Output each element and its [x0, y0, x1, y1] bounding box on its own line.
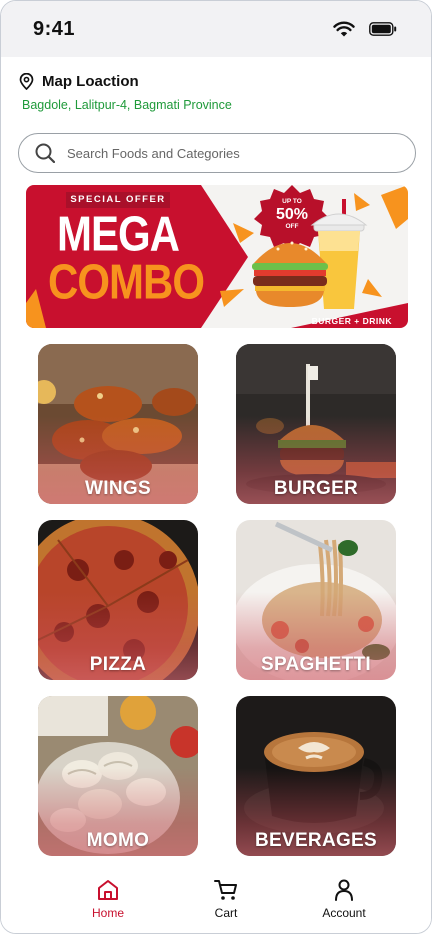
banner-caption: BURGER + DRINK: [311, 316, 392, 326]
banner-title-line1: MEGA: [57, 205, 180, 261]
nav-cart[interactable]: Cart: [181, 867, 271, 933]
wifi-icon: [333, 21, 355, 37]
category-card-momo[interactable]: MOMO: [38, 696, 198, 856]
badge-value: 50%: [275, 205, 309, 223]
banner-title-line2: COMBO: [48, 253, 205, 309]
category-card-spaghetti[interactable]: SPAGHETTI: [236, 520, 396, 680]
search-bar[interactable]: [18, 133, 416, 173]
category-label: BURGER: [273, 478, 359, 499]
status-icons: [333, 21, 397, 37]
category-card-pizza[interactable]: PIZZA: [38, 520, 198, 680]
location-header: Map Loaction: [19, 73, 232, 90]
category-label: PIZZA: [89, 654, 147, 675]
home-icon: [98, 880, 118, 900]
location-title: Map Loaction: [42, 73, 139, 90]
status-bar: 9:41: [1, 1, 431, 57]
badge-bottom-text: OFF: [285, 222, 299, 230]
category-card-wings[interactable]: WINGS: [38, 344, 198, 504]
promo-banner[interactable]: SPECIAL OFFER MEGA COMBO UP TO 50% OFF B…: [26, 185, 408, 328]
badge-top-text: UP TO: [282, 198, 302, 205]
category-label: WINGS: [85, 478, 151, 499]
search-icon: [35, 143, 55, 163]
phone-frame: 9:41 Map Loaction Bagdole, Lalitpur-4, B…: [0, 0, 432, 934]
nav-label: Cart: [214, 906, 238, 920]
category-card-burger[interactable]: BURGER: [236, 344, 396, 504]
battery-icon: [369, 22, 397, 36]
user-icon: [335, 879, 353, 901]
category-card-beverages[interactable]: BEVERAGES: [236, 696, 396, 856]
search-input[interactable]: [67, 145, 387, 161]
nav-label: Account: [322, 906, 366, 920]
nav-label: Home: [91, 906, 124, 920]
cart-icon: [214, 880, 237, 900]
nav-home[interactable]: Home: [63, 867, 153, 933]
category-label: BEVERAGES: [254, 830, 377, 851]
banner-text: SPECIAL OFFER MEGA COMBO: [26, 185, 256, 328]
category-label: SPAGHETTI: [260, 654, 372, 675]
location-address: Bagdole, Lalitpur-4, Bagmati Province: [22, 98, 232, 112]
bottom-nav: Home Cart Account: [1, 867, 431, 933]
status-time: 9:41: [33, 17, 76, 40]
nav-account[interactable]: Account: [299, 867, 389, 933]
map-pin-icon: [19, 73, 34, 90]
location-section[interactable]: Map Loaction Bagdole, Lalitpur-4, Bagmat…: [19, 73, 232, 112]
discount-badge: UP TO 50% OFF: [265, 195, 319, 230]
category-label: MOMO: [86, 830, 150, 851]
